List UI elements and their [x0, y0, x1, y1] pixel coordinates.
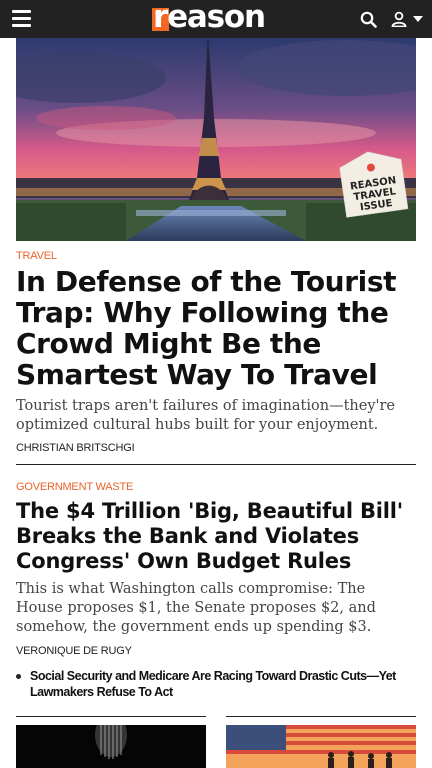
article-byline[interactable]: VERONIQUE DE RUGY — [16, 645, 132, 657]
user-icon[interactable] — [391, 11, 407, 27]
logo-text: reason — [153, 0, 266, 35]
card-divider — [226, 716, 416, 717]
bullet-icon — [16, 674, 21, 679]
article-headline[interactable]: The $4 Trillion 'Big, Beautiful Bill' Br… — [16, 499, 416, 574]
card-thumbnail[interactable] — [16, 725, 206, 768]
article-dek: This is what Washington calls compromise… — [16, 581, 376, 635]
article-headline[interactable]: In Defense of the Tourist Trap: Why Foll… — [16, 266, 416, 390]
hero-image[interactable]: REASON TRAVEL ISSUE — [16, 38, 416, 241]
menu-icon[interactable] — [12, 10, 31, 27]
caret-down-icon[interactable] — [413, 16, 423, 22]
article-category[interactable]: TRAVEL — [16, 250, 57, 262]
divider — [16, 464, 416, 465]
article-byline[interactable]: CHRISTIAN BRITSCHGI — [16, 442, 135, 454]
reason-logo[interactable]: reason — [152, 0, 278, 35]
article-category[interactable]: GOVERNMENT WASTE — [16, 481, 133, 493]
related-article-link[interactable]: Social Security and Medicare Are Racing … — [30, 668, 414, 700]
search-icon[interactable] — [360, 11, 377, 28]
article-dek: Tourist traps aren't failures of imagina… — [16, 398, 396, 433]
card-divider — [16, 716, 206, 717]
top-navigation-bar: reason — [0, 0, 432, 38]
card-thumbnail[interactable] — [226, 725, 416, 768]
